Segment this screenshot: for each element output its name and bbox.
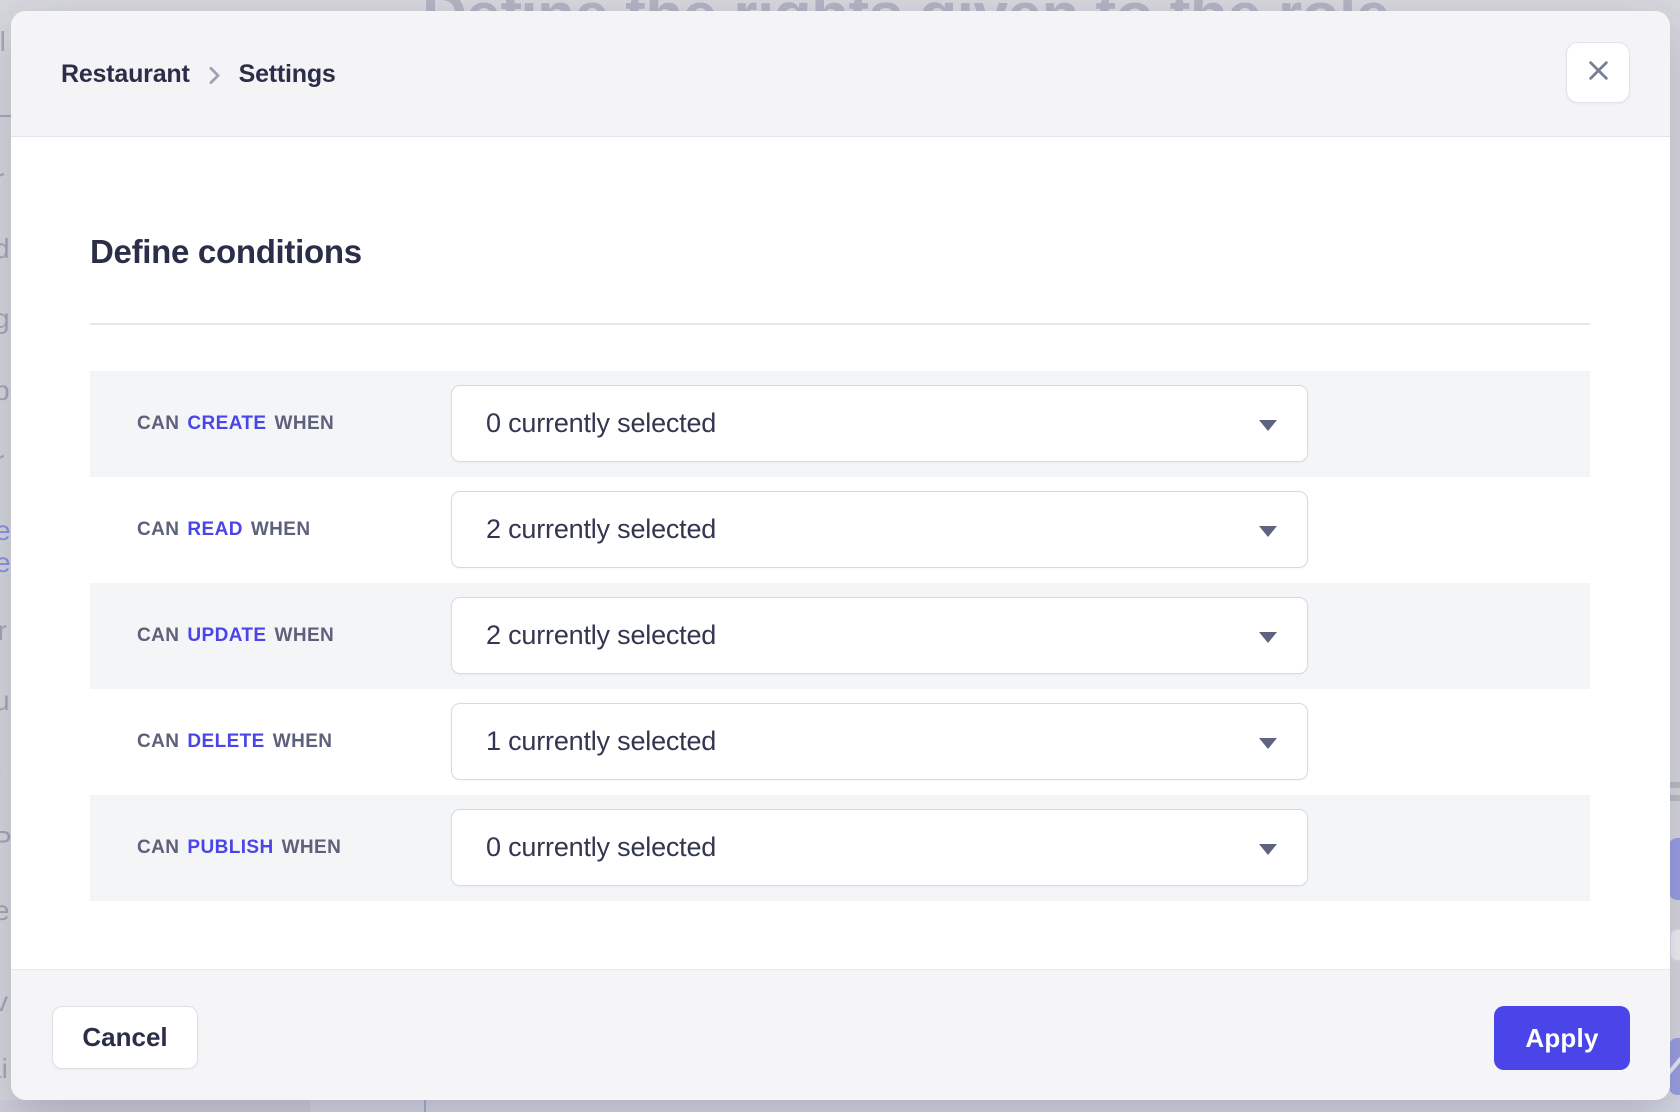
chevron-right-icon bbox=[207, 66, 222, 85]
settings-modal: Restaurant Settings Define conditions CA… bbox=[11, 11, 1670, 1100]
label-prefix: CAN bbox=[137, 837, 179, 859]
publish-conditions-dropdown[interactable]: 0 currently selected bbox=[451, 809, 1308, 886]
backdrop-bottom-strip bbox=[0, 1100, 1680, 1112]
dropdown-arrow-icon bbox=[1259, 738, 1277, 749]
backdrop-line-fragment bbox=[1669, 782, 1680, 788]
backdrop-text-fragment: ‒ bbox=[0, 100, 12, 128]
dropdown-value: 1 currently selected bbox=[452, 726, 716, 757]
label-action: PUBLISH bbox=[187, 837, 273, 859]
backdrop-text-fragment: u bbox=[0, 687, 10, 715]
label-prefix: CAN bbox=[137, 625, 179, 647]
dropdown-arrow-icon bbox=[1259, 632, 1277, 643]
label-action: READ bbox=[187, 519, 242, 541]
label-suffix: WHEN bbox=[282, 837, 342, 859]
permission-label: CAN READ WHEN bbox=[137, 477, 310, 583]
modal-header: Restaurant Settings bbox=[11, 11, 1670, 137]
row-can-create: CAN CREATE WHEN 0 currently selected bbox=[90, 371, 1590, 477]
backdrop-outline-fragment bbox=[1669, 928, 1680, 962]
dropdown-arrow-icon bbox=[1259, 526, 1277, 537]
update-conditions-dropdown[interactable]: 2 currently selected bbox=[451, 597, 1308, 674]
backdrop-text-fragment: ol bbox=[0, 28, 6, 56]
backdrop-text-fragment: er bbox=[0, 617, 7, 645]
read-conditions-dropdown[interactable]: 2 currently selected bbox=[451, 491, 1308, 568]
backdrop-text-fragment: P bbox=[0, 827, 12, 855]
label-prefix: CAN bbox=[137, 731, 179, 753]
backdrop-text-fragment: g bbox=[0, 305, 10, 333]
backdrop-text-fragment: d bbox=[0, 235, 10, 263]
screen: Define the rights given to the role ol ‒… bbox=[0, 0, 1680, 1112]
label-prefix: CAN bbox=[137, 413, 179, 435]
backdrop-text-fragment: e bbox=[0, 549, 11, 577]
dropdown-arrow-icon bbox=[1259, 844, 1277, 855]
backdrop-text-fragment: v bbox=[0, 988, 8, 1016]
row-can-delete: CAN DELETE WHEN 1 currently selected bbox=[90, 689, 1590, 795]
modal-footer: Cancel Apply bbox=[11, 969, 1670, 1100]
permission-label: CAN CREATE WHEN bbox=[137, 371, 334, 477]
label-action: CREATE bbox=[187, 413, 266, 435]
dropdown-arrow-icon bbox=[1259, 420, 1277, 431]
backdrop-badge-fragment bbox=[1669, 1038, 1680, 1095]
page-title: Define conditions bbox=[90, 233, 362, 271]
cancel-button[interactable]: Cancel bbox=[52, 1006, 198, 1069]
label-suffix: WHEN bbox=[274, 625, 334, 647]
breadcrumb-item-settings: Settings bbox=[239, 60, 336, 89]
backdrop-text-fragment: p bbox=[0, 377, 10, 405]
label-action: DELETE bbox=[187, 731, 264, 753]
delete-conditions-dropdown[interactable]: 1 currently selected bbox=[451, 703, 1308, 780]
label-prefix: CAN bbox=[137, 519, 179, 541]
backdrop-line-fragment bbox=[1669, 795, 1680, 801]
backdrop-button-fragment bbox=[1669, 838, 1680, 900]
dropdown-value: 0 currently selected bbox=[452, 408, 716, 439]
backdrop-text-fragment: ti bbox=[0, 757, 2, 785]
dropdown-value: 0 currently selected bbox=[452, 832, 716, 863]
backdrop-text-fragment: e bbox=[0, 517, 11, 545]
permission-label: CAN PUBLISH WHEN bbox=[137, 795, 341, 901]
permission-label: CAN DELETE WHEN bbox=[137, 689, 332, 795]
label-action: UPDATE bbox=[187, 625, 266, 647]
row-can-read: CAN READ WHEN 2 currently selected bbox=[90, 477, 1590, 583]
dropdown-value: 2 currently selected bbox=[452, 514, 716, 545]
breadcrumb: Restaurant Settings bbox=[61, 11, 336, 137]
backdrop-text-fragment: r bbox=[0, 165, 4, 193]
dropdown-value: 2 currently selected bbox=[452, 620, 716, 651]
conditions-list: CAN CREATE WHEN 0 currently selected CAN… bbox=[90, 371, 1590, 901]
breadcrumb-item-restaurant[interactable]: Restaurant bbox=[61, 60, 190, 89]
row-can-publish: CAN PUBLISH WHEN 0 currently selected bbox=[90, 795, 1590, 901]
divider bbox=[90, 323, 1590, 325]
modal-body: Define conditions CAN CREATE WHEN 0 curr… bbox=[11, 137, 1670, 969]
backdrop-text-fragment: ai bbox=[0, 1055, 8, 1083]
label-suffix: WHEN bbox=[251, 519, 311, 541]
row-can-update: CAN UPDATE WHEN 2 currently selected bbox=[90, 583, 1590, 689]
close-button[interactable] bbox=[1566, 42, 1630, 103]
label-suffix: WHEN bbox=[274, 413, 334, 435]
backdrop-text-fragment: e bbox=[0, 897, 10, 925]
label-suffix: WHEN bbox=[273, 731, 333, 753]
create-conditions-dropdown[interactable]: 0 currently selected bbox=[451, 385, 1308, 462]
permission-label: CAN UPDATE WHEN bbox=[137, 583, 334, 689]
backdrop-text-fragment: r bbox=[0, 447, 4, 475]
apply-button[interactable]: Apply bbox=[1494, 1006, 1630, 1070]
close-icon bbox=[1585, 57, 1612, 89]
